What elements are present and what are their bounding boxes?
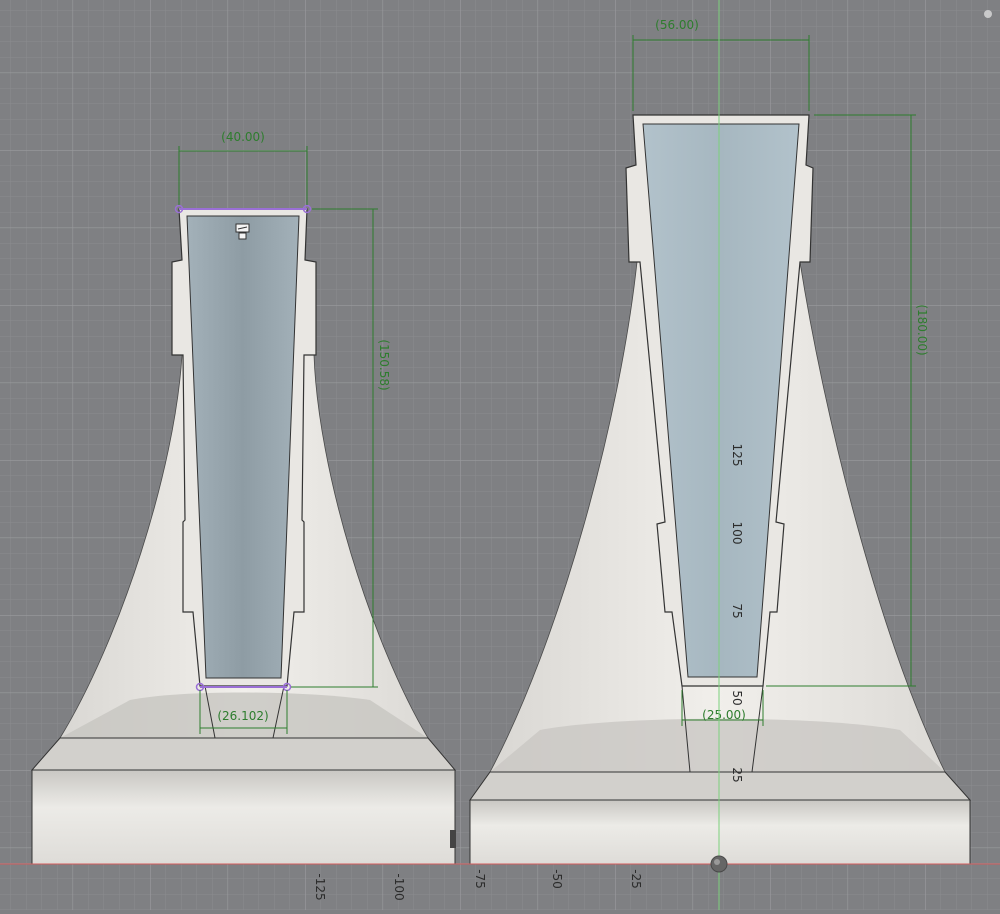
left-height-dimension[interactable]: (150.58)	[377, 339, 391, 390]
ruler-label: 75	[730, 603, 744, 618]
left-bottom-width-dimension[interactable]: (26.102)	[217, 709, 268, 723]
ruler-label: 25	[730, 767, 744, 782]
left-top-width-dimension[interactable]: (40.00)	[221, 130, 265, 144]
ruler-label: 50	[730, 690, 744, 705]
origin-icon[interactable]	[710, 855, 728, 873]
ruler-label: 100	[730, 522, 744, 545]
ruler-label: -125	[313, 873, 327, 900]
view-cube-hint-icon[interactable]	[984, 10, 992, 18]
ruler-label: -50	[550, 869, 564, 889]
cad-viewport[interactable]: (40.00) (150.58) (26.102) (56.00) (180.0…	[0, 0, 1000, 910]
right-top-width-dimension[interactable]: (56.00)	[655, 18, 699, 32]
ruler-label: -75	[473, 869, 487, 889]
ruler-label: -25	[629, 869, 643, 889]
sketch-canvas[interactable]: (40.00) (150.58) (26.102) (56.00) (180.0…	[0, 0, 1000, 910]
right-bottom-width-dimension[interactable]: (25.00)	[702, 708, 746, 722]
ruler-label: -100	[392, 873, 406, 900]
right-height-dimension[interactable]: (180.00)	[915, 304, 929, 355]
ruler-label: 125	[730, 444, 744, 467]
